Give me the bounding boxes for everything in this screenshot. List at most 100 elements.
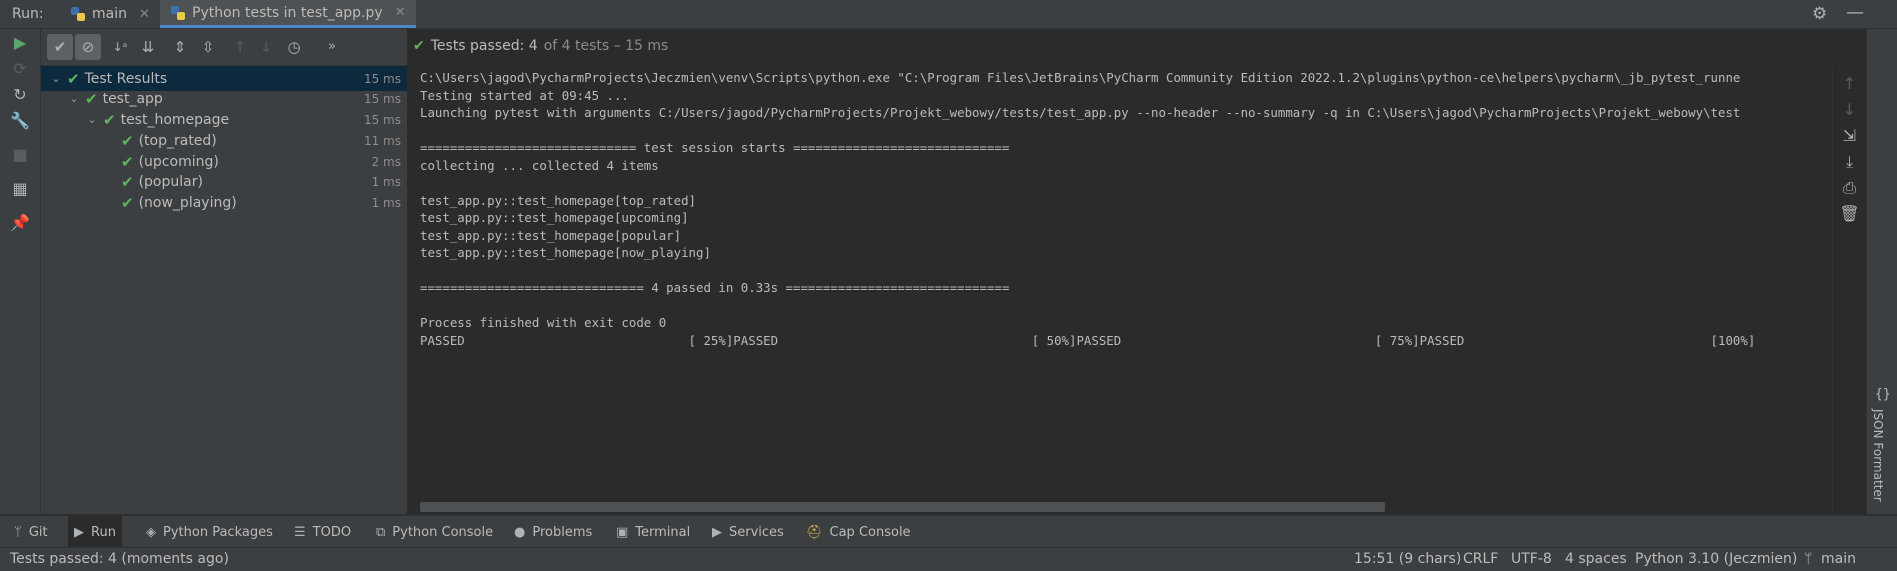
soft-wrap-icon[interactable]: ⇲ xyxy=(1833,126,1866,145)
indent-setting[interactable]: 4 spaces xyxy=(1565,551,1627,567)
hide-icon[interactable]: — xyxy=(1846,2,1864,23)
run-icon: ▶ xyxy=(74,524,84,540)
wrench-icon[interactable]: 🔧 xyxy=(0,111,40,130)
problems-icon: ● xyxy=(514,524,526,540)
console-output[interactable]: C:\Users\jagod\PycharmProjects\Jeczmien\… xyxy=(408,66,1832,514)
console-line: test_app.py::test_homepage[upcoming] xyxy=(420,210,689,225)
tree-item-label: (now_playing) xyxy=(138,194,237,211)
tool-tab-cap-console[interactable]: ⛑ Cap Console xyxy=(800,516,917,548)
status-message[interactable]: Tests passed: 4 (moments ago) xyxy=(10,551,229,567)
duration: 15 ms xyxy=(363,112,401,127)
file-encoding[interactable]: UTF-8 xyxy=(1511,551,1552,567)
tab-label: main xyxy=(92,6,127,22)
up-arrow-icon[interactable]: ↑ xyxy=(1833,74,1866,93)
tests-detail: of 4 tests – 15 ms xyxy=(543,38,669,54)
tool-tab-problems[interactable]: ● Problems xyxy=(508,516,598,548)
horizontal-scrollbar[interactable] xyxy=(420,502,1385,512)
cap-console-icon: ⛑ xyxy=(806,524,823,540)
console-line: C:\Users\jagod\PycharmProjects\Jeczmien\… xyxy=(420,70,1741,85)
console-line: ============================= test sessi… xyxy=(420,140,1010,155)
console-line: collecting ... collected 4 items xyxy=(420,157,659,173)
tool-tab-label: Git xyxy=(28,524,48,540)
show-passed-icon[interactable]: ✔ xyxy=(47,34,73,60)
tree-item-label: (upcoming) xyxy=(138,153,219,170)
check-icon: ✔ xyxy=(85,89,98,108)
previous-test-icon[interactable]: ↑ xyxy=(227,34,253,60)
show-ignored-icon[interactable]: ⊘ xyxy=(75,34,101,60)
tool-tab-label: Run xyxy=(91,524,116,540)
json-formatter-tab[interactable]: JSON Formatter xyxy=(1871,409,1885,502)
status-bar: Tests passed: 4 (moments ago) 15:51 (9 c… xyxy=(0,547,1897,571)
close-icon[interactable]: ✕ xyxy=(395,5,406,20)
check-icon: ✔ xyxy=(121,131,134,150)
test-history-icon[interactable]: ◷ xyxy=(281,34,307,60)
tool-tab-label: Problems xyxy=(532,524,593,540)
gear-icon[interactable]: ⚙ xyxy=(1812,4,1827,24)
duration: 11 ms xyxy=(363,133,401,148)
rerun-failed-icon[interactable]: ⟳ xyxy=(0,59,40,78)
console-line: test_app.py::test_homepage[top_rated] xyxy=(420,192,697,208)
tool-tab-label: Cap Console xyxy=(829,524,911,540)
python-console-icon: ⧉ xyxy=(376,524,386,540)
git-branch[interactable]: main xyxy=(1821,551,1856,567)
services-icon: ▶ xyxy=(712,524,722,540)
console-text: C:\Users\jagod\PycharmProjects\Jeczmien\… xyxy=(420,69,1755,349)
print-icon[interactable]: ⎙ xyxy=(1833,178,1866,198)
tab-python-tests[interactable]: Python tests in test_app.py ✕ xyxy=(160,0,416,28)
tool-tab-label: Terminal xyxy=(635,524,691,540)
collapse-all-icon[interactable]: ⇳ xyxy=(195,34,221,60)
console-line: PASSED [ 25%]PASSED [ 50%]PASSED [ 75%]P… xyxy=(420,332,1756,348)
tab-main[interactable]: main ✕ xyxy=(60,0,160,28)
tool-tab-run[interactable]: ▶ Run xyxy=(68,516,122,548)
tool-tab-git[interactable]: ᛘ Git xyxy=(8,516,54,548)
terminal-icon: ▣ xyxy=(616,524,629,540)
console-line: Process finished with exit code 0 xyxy=(420,315,667,330)
tests-status: ✔ Tests passed: 4 of 4 tests – 15 ms xyxy=(413,38,668,54)
scroll-to-end-icon[interactable]: ⤓ xyxy=(1833,152,1866,172)
sort-alphabetically-icon[interactable]: ↓ᵃ xyxy=(107,34,133,60)
tool-tab-label: Python Console xyxy=(392,524,494,540)
tool-tab-terminal[interactable]: ▣ Terminal xyxy=(610,516,696,548)
check-icon: ✔ xyxy=(103,110,116,129)
json-formatter-icon[interactable]: {} xyxy=(1875,387,1891,402)
tree-item-label: Test Results xyxy=(84,70,168,87)
sort-by-duration-icon[interactable]: ⇊ xyxy=(135,34,161,60)
test-toolbar: ✔ ⊘ ↓ᵃ ⇊ ⇕ ⇳ ↑ ↓ ◷ » xyxy=(41,29,407,66)
next-test-icon[interactable]: ↓ xyxy=(253,34,279,60)
line-separator[interactable]: CRLF xyxy=(1463,551,1498,567)
close-icon[interactable]: ✕ xyxy=(139,7,150,22)
run-label: Run: xyxy=(12,6,44,22)
check-icon: ✔ xyxy=(67,69,80,88)
packages-icon: ◈ xyxy=(146,524,156,540)
tree-item-now-playing[interactable]: ✔ (now_playing) 1 ms xyxy=(41,190,407,215)
console-line: test_app.py::test_homepage[now_playing] xyxy=(420,245,711,260)
pin-icon[interactable]: 📌 xyxy=(0,213,40,232)
stop-icon[interactable]: ■ xyxy=(0,145,40,164)
down-arrow-icon[interactable]: ↓ xyxy=(1833,100,1866,119)
tree-item-label: (top_rated) xyxy=(138,132,217,149)
tests-passed-label: Tests passed: 4 xyxy=(430,38,538,54)
caret-position[interactable]: 15:51 (9 chars) xyxy=(1354,551,1461,567)
chevron-down-icon[interactable]: ⌄ xyxy=(85,113,99,126)
duration: 15 ms xyxy=(363,91,401,106)
tool-tab-label: Services xyxy=(729,524,784,540)
tool-tab-services[interactable]: ▶ Services xyxy=(706,516,790,548)
python-interpreter[interactable]: Python 3.10 (Jeczmien) xyxy=(1635,551,1797,567)
more-icon[interactable]: » xyxy=(319,34,345,60)
console-right-toolbar: ↑ ↓ ⇲ ⤓ ⎙ 🗑 xyxy=(1832,66,1866,514)
toggle-auto-test-icon[interactable]: ↻ xyxy=(0,85,40,104)
chevron-down-icon[interactable]: ⌄ xyxy=(49,72,63,85)
check-icon: ✔ xyxy=(413,38,425,54)
run-tab-bar: Run: main ✕ Python tests in test_app.py … xyxy=(0,0,1897,29)
rerun-icon[interactable]: ▶ xyxy=(0,33,40,52)
test-results-tree: ⌄ ✔ Test Results 15 ms ⌄ ✔ test_app 15 m… xyxy=(41,66,408,514)
layout-icon[interactable]: ▦ xyxy=(0,179,40,198)
trash-icon[interactable]: 🗑 xyxy=(1833,204,1866,223)
expand-all-icon[interactable]: ⇕ xyxy=(167,34,193,60)
tool-tab-python-console[interactable]: ⧉ Python Console xyxy=(370,516,499,548)
console-line: Launching pytest with arguments C:/Users… xyxy=(420,105,1741,120)
chevron-down-icon[interactable]: ⌄ xyxy=(67,92,81,105)
tool-tab-python-packages[interactable]: ◈ Python Packages xyxy=(140,516,279,548)
python-icon xyxy=(170,5,186,21)
tool-tab-todo[interactable]: ☰ TODO xyxy=(288,516,357,548)
